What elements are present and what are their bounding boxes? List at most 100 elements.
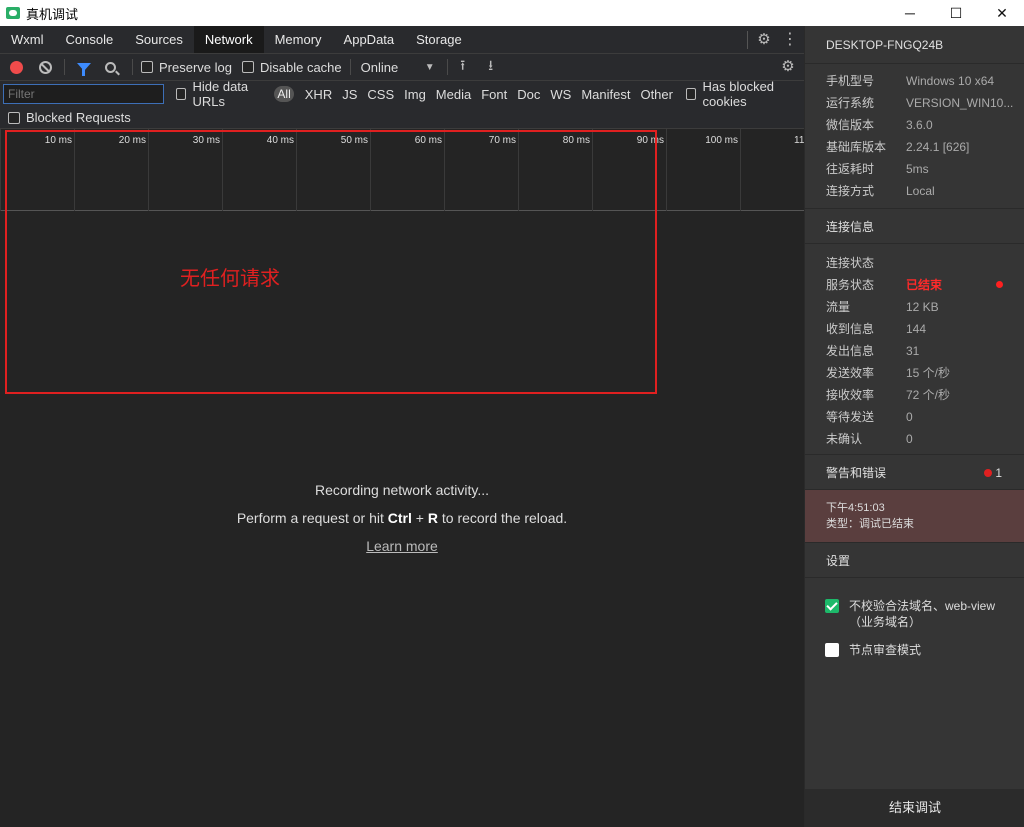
conn-key: 发送效率	[826, 366, 875, 380]
reload-hint-prefix: Perform a request or hit	[236, 510, 388, 526]
service-status-value: 已结束	[906, 278, 943, 292]
filter-input[interactable]	[3, 84, 164, 104]
reload-hint-suffix: to record the reload.	[437, 510, 568, 526]
tab-storage[interactable]: Storage	[405, 26, 473, 53]
device-name: DESKTOP-FNGQ24B	[805, 26, 1024, 64]
alert-time: 下午4:51:03	[826, 502, 885, 514]
info-value: 3.6.0	[906, 118, 933, 132]
blocked-requests-box[interactable]	[8, 111, 20, 124]
tabs-divider	[747, 31, 748, 49]
maximize-button[interactable]: ☐	[933, 0, 979, 26]
info-value: VERSION_WIN10...	[906, 96, 1014, 110]
alert-type: 类型：调试已结束	[826, 518, 914, 530]
info-row: 微信版本 3.6.0	[805, 114, 1024, 136]
more-options-icon[interactable]: ⋮	[782, 32, 798, 48]
conn-key: 收到信息	[826, 322, 875, 336]
info-row: 基础库版本 2.24.1 [626]	[805, 136, 1024, 158]
conn-value: 12 KB	[906, 300, 939, 314]
tab-console[interactable]: Console	[55, 26, 125, 53]
type-filter-doc[interactable]: Doc	[512, 87, 545, 102]
preserve-log-box[interactable]	[141, 61, 153, 73]
devtools-tabs: Wxml Console Sources Network Memory AppD…	[0, 26, 804, 54]
filter-icon[interactable]	[77, 63, 91, 76]
preserve-log-label: Preserve log	[159, 59, 232, 75]
disable-cache-box[interactable]	[241, 61, 254, 73]
type-filter-xhr[interactable]: XHR	[300, 87, 337, 102]
node-inspect-setting[interactable]: 节点审查模式	[805, 642, 1024, 658]
tab-sources[interactable]: Sources	[124, 26, 194, 53]
info-key: 手机型号	[826, 74, 875, 88]
blocked-requests-checkbox[interactable]: Blocked Requests	[8, 110, 131, 125]
network-settings-gear-icon[interactable]: ⚙	[780, 59, 796, 75]
settings-gear-icon[interactable]: ⚙	[756, 32, 772, 48]
skip-domain-check-setting[interactable]: 不校验合法域名、web-view（业务域名）	[805, 598, 1024, 630]
conn-row: 发送效率 15 个/秒	[805, 362, 1024, 384]
has-blocked-cookies-box[interactable]	[685, 88, 697, 100]
info-key: 往返耗时	[826, 162, 875, 176]
tab-wxml[interactable]: Wxml	[0, 26, 55, 53]
conn-value: 31	[906, 344, 920, 358]
node-inspect-label: 节点审查模式	[849, 643, 922, 657]
disable-cache-checkbox[interactable]: Disable cache	[241, 59, 342, 75]
type-filter-ws[interactable]: WS	[545, 87, 576, 102]
type-filter-all[interactable]: All	[274, 86, 294, 102]
conn-row: 服务状态 已结束	[805, 274, 1024, 296]
conn-row: 接收效率 72 个/秒	[805, 384, 1024, 406]
type-filter-css[interactable]: CSS	[362, 87, 399, 102]
conn-key: 未确认	[826, 432, 863, 446]
timeline-tick-label: 100 ms	[705, 135, 738, 146]
tab-network[interactable]: Network	[193, 26, 264, 53]
skip-domain-check-label: 不校验合法域名、web-view（业务域名）	[849, 599, 996, 629]
toolbar-divider	[446, 59, 448, 75]
learn-more-link[interactable]: Learn more	[366, 538, 438, 554]
close-button[interactable]: ✕	[979, 0, 1024, 26]
search-icon[interactable]	[105, 61, 116, 73]
error-icon	[984, 469, 993, 477]
settings-title: 设置	[805, 542, 1024, 578]
info-row: 连接方式 Local	[805, 180, 1024, 202]
timeline-tick-line	[740, 129, 741, 211]
type-filter-media[interactable]: Media	[431, 87, 476, 102]
conn-value: 72 个/秒	[906, 388, 951, 402]
type-filter-img[interactable]: Img	[399, 87, 431, 102]
conn-row: 发出信息 31	[805, 340, 1024, 362]
info-key: 微信版本	[826, 118, 875, 132]
export-har-icon[interactable]: ⭳	[484, 55, 498, 79]
conn-row: 等待发送 0	[805, 406, 1024, 428]
conn-row: 收到信息 144	[805, 318, 1024, 340]
warnings-errors-header[interactable]: 警告和错误 1	[805, 454, 1024, 490]
clear-icon[interactable]	[39, 60, 52, 74]
conn-row: 未确认 0	[805, 428, 1024, 450]
has-blocked-cookies-checkbox[interactable]: Has blocked cookies	[685, 79, 804, 109]
disable-cache-label: Disable cache	[259, 59, 342, 75]
conn-key: 连接状态	[826, 256, 875, 270]
type-filter-js[interactable]: JS	[337, 87, 362, 102]
conn-value: 144	[906, 322, 927, 336]
throttle-select[interactable]: Online ▼	[361, 60, 435, 75]
has-blocked-cookies-label: Has blocked cookies	[702, 79, 775, 109]
annotation-highlight-box	[5, 130, 657, 394]
type-filter-other[interactable]: Other	[635, 87, 678, 102]
type-filter-manifest[interactable]: Manifest	[576, 87, 635, 102]
info-value: Windows 10 x64	[906, 74, 995, 88]
end-debug-button[interactable]: 结束调试	[805, 789, 1024, 827]
info-value: 5ms	[906, 162, 929, 176]
record-button[interactable]	[10, 60, 23, 74]
minimize-button[interactable]: ─	[887, 0, 933, 26]
type-filter-font[interactable]: Font	[476, 87, 512, 102]
wechat-devtools-icon	[6, 7, 20, 19]
conn-key: 等待发送	[826, 410, 875, 424]
hide-data-urls-checkbox[interactable]: Hide data URLs	[176, 79, 270, 109]
toolbar-divider	[64, 59, 65, 75]
conn-key: 流量	[826, 300, 851, 314]
node-inspect-checkbox[interactable]	[825, 643, 839, 657]
preserve-log-checkbox[interactable]: Preserve log	[141, 60, 232, 75]
tab-memory[interactable]: Memory	[264, 26, 333, 53]
tab-appdata[interactable]: AppData	[333, 26, 406, 53]
network-toolbar: Preserve log Disable cache Online ▼ ⭱ ⭳ …	[0, 54, 804, 81]
hide-data-urls-box[interactable]	[176, 88, 187, 100]
info-key: 连接方式	[826, 184, 875, 198]
skip-domain-check-checkbox[interactable]	[825, 599, 839, 613]
import-har-icon[interactable]: ⭱	[456, 55, 470, 79]
conn-value: 0	[906, 410, 913, 424]
